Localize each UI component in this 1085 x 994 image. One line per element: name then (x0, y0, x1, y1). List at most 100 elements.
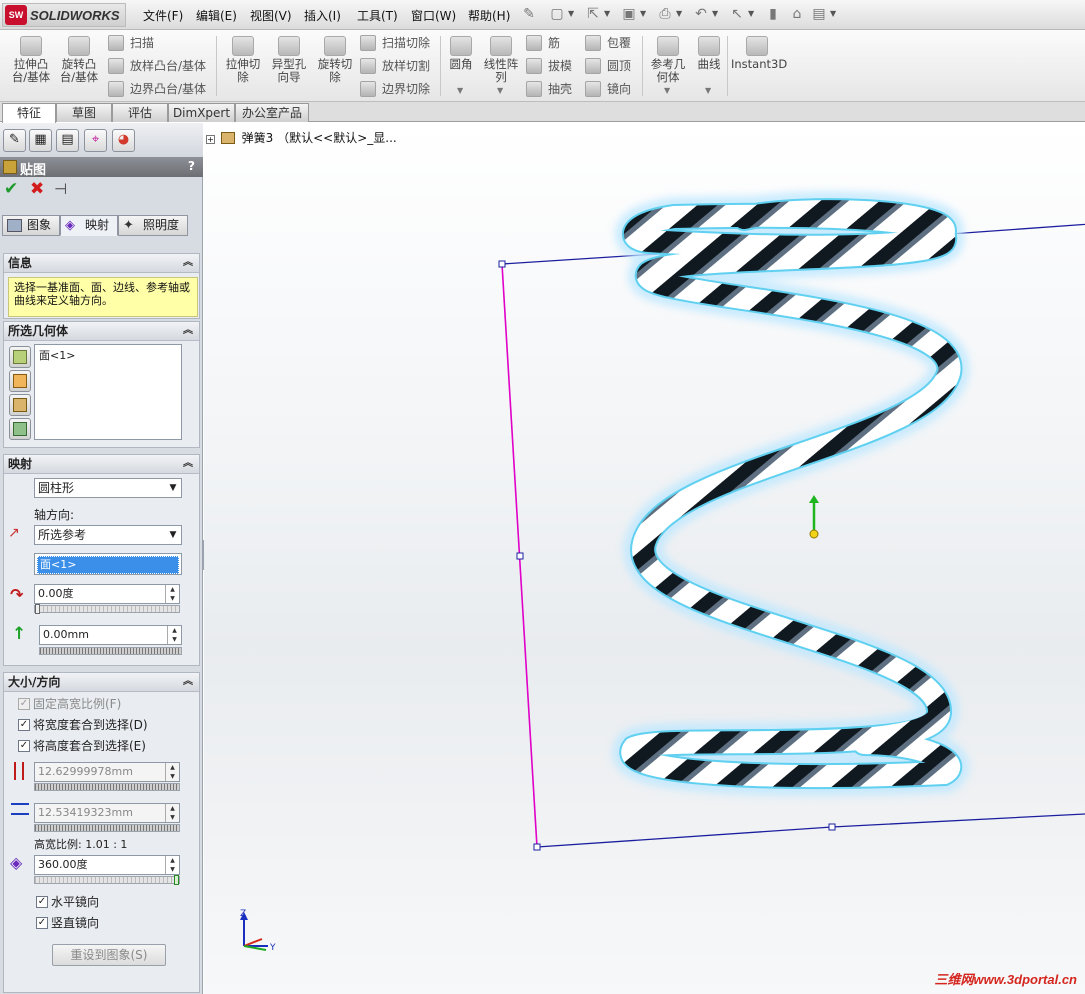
file-properties-icon[interactable]: ⌂ (788, 5, 806, 23)
display-manager-tab-icon[interactable]: ◕ (112, 129, 135, 152)
cancel-icon[interactable]: ✖ (30, 179, 44, 199)
new-document-icon[interactable]: ▢ (548, 5, 566, 23)
axis-reference-field[interactable]: 面<1> (34, 553, 182, 575)
loft-button[interactable]: 放样凸台/基体 (108, 57, 206, 75)
tab-evaluate[interactable]: 评估 (112, 103, 168, 122)
fixed-aspect-checkbox[interactable]: ✓ 固定高宽比例(F) (18, 697, 121, 713)
curves-dropdown-icon[interactable]: ▼ (705, 86, 711, 95)
print-icon[interactable]: ⎙ (656, 5, 674, 23)
rotation-angle-input[interactable]: 360.00度 ▲ ▼ (34, 855, 180, 875)
axis-direction-select[interactable]: 所选参考 ▼ (34, 525, 182, 545)
spin-arrows-icon[interactable]: ▲ ▼ (165, 763, 179, 781)
revolve-boss-button[interactable]: 旋转凸 台/基体 (58, 36, 100, 84)
select-bodies-icon[interactable] (9, 394, 31, 416)
tab-mapping[interactable]: ◈ 映射 (60, 215, 118, 236)
fillet-button[interactable]: 圆角 (446, 36, 476, 71)
select-features-icon[interactable] (9, 370, 31, 392)
menu-help[interactable]: 帮助(H) (468, 7, 510, 24)
rotation-input[interactable]: 0.00度 ▲ ▼ (34, 584, 180, 604)
boundary-boss-button[interactable]: 边界凸台/基体 (108, 80, 206, 98)
ok-icon[interactable]: ✔ (4, 179, 18, 199)
spin-arrows-icon[interactable]: ▲ ▼ (167, 626, 181, 644)
linear-pattern-button[interactable]: 线性阵 列 (480, 36, 522, 84)
offset-input[interactable]: 0.00mm ▲ ▼ (39, 625, 182, 645)
extrude-cut-button[interactable]: 拉伸切 除 (222, 36, 264, 84)
menu-file[interactable]: 文件(F) (143, 7, 183, 24)
fit-width-checkbox[interactable]: ✓ 将宽度套合到选择(D) (18, 718, 148, 734)
height-slider[interactable] (34, 783, 180, 791)
menu-tools[interactable]: 工具(T) (357, 7, 398, 24)
select-part-icon[interactable] (9, 418, 31, 440)
height-input[interactable]: 12.62999978mm ▲ ▼ (34, 762, 180, 782)
undo-dropdown-icon[interactable]: ▼ (712, 9, 718, 18)
revolve-cut-button[interactable]: 旋转切 除 (314, 36, 356, 84)
rotation-angle-slider[interactable] (34, 875, 180, 885)
save-icon[interactable]: ▣ (620, 5, 638, 23)
hole-wizard-button[interactable]: 异型孔 向导 (268, 36, 310, 84)
vertical-mirror-checkbox[interactable]: ✓ 竖直镜向 (36, 916, 99, 932)
boundary-cut-button[interactable]: 边界切除 (360, 80, 430, 98)
instant3d-button[interactable]: Instant3D (731, 36, 787, 71)
help-icon[interactable]: ? (188, 159, 195, 173)
tab-dimxpert[interactable]: DimXpert (168, 103, 235, 122)
curves-button[interactable]: 曲线 (694, 36, 724, 71)
tab-features[interactable]: 特征 (2, 103, 56, 123)
pin-icon[interactable]: ✎ (520, 5, 538, 23)
tab-office-products[interactable]: 办公室产品 (235, 103, 309, 122)
collapse-icon[interactable]: ︽ (183, 673, 193, 691)
rib-button[interactable]: 筋 (526, 34, 560, 52)
feature-manager-tab-icon[interactable]: ✎ (3, 129, 26, 152)
dimxpert-manager-tab-icon[interactable]: ⌖ (84, 129, 107, 152)
sweep-button[interactable]: 扫描 (108, 34, 154, 52)
tab-illumination[interactable]: ✦ 照明度 (118, 215, 188, 236)
selected-geometry-header[interactable]: 所选几何体 ︽ (4, 322, 199, 341)
offset-slider[interactable] (39, 647, 182, 655)
rebuild-icon[interactable]: ▮ (764, 5, 782, 23)
undo-icon[interactable]: ↶ (692, 5, 710, 23)
tab-image[interactable]: 图象 (2, 215, 60, 236)
extrude-boss-button[interactable]: 拉伸凸 台/基体 (10, 36, 52, 84)
options-icon[interactable]: ▤ (810, 5, 828, 23)
info-header[interactable]: 信息 ︽ (4, 254, 199, 273)
horizontal-mirror-checkbox[interactable]: ✓ 水平镜向 (36, 895, 99, 911)
reference-geometry-button[interactable]: 参考几 何体 (647, 36, 689, 84)
slider-thumb[interactable] (35, 604, 40, 614)
mapping-type-select[interactable]: 圆柱形 ▼ (34, 478, 182, 498)
width-slider[interactable] (34, 824, 180, 832)
mirror-button[interactable]: 镜向 (585, 80, 631, 98)
graphics-area[interactable]: + 弹簧3 （默认<<默认>_显... ⊕ ⊛ ↻ ▯ ◩ ◧ ◫ (204, 123, 1085, 994)
reference-dropdown-icon[interactable]: ▼ (664, 86, 670, 95)
collapse-icon[interactable]: ︽ (183, 322, 193, 340)
save-dropdown-icon[interactable]: ▼ (640, 9, 646, 18)
pushpin-icon[interactable]: ⊣ (54, 180, 67, 198)
wrap-button[interactable]: 包覆 (585, 34, 631, 52)
size-orientation-header[interactable]: 大小/方向 ︽ (4, 673, 199, 692)
select-dropdown-icon[interactable]: ▼ (748, 9, 754, 18)
selected-geometry-list[interactable]: 面<1> (34, 344, 182, 440)
collapse-icon[interactable]: ︽ (183, 254, 193, 272)
swept-cut-button[interactable]: 扫描切除 (360, 34, 430, 52)
print-dropdown-icon[interactable]: ▼ (676, 9, 682, 18)
rotation-slider[interactable] (34, 604, 180, 614)
options-dropdown-icon[interactable]: ▼ (830, 9, 836, 18)
menu-view[interactable]: 视图(V) (250, 7, 292, 24)
spin-arrows-icon[interactable]: ▲ ▼ (165, 585, 179, 603)
list-item[interactable]: 面<1> (39, 347, 177, 363)
tab-sketch[interactable]: 草图 (56, 103, 112, 122)
new-dropdown-icon[interactable]: ▼ (568, 9, 574, 18)
shell-button[interactable]: 抽壳 (526, 80, 572, 98)
lofted-cut-button[interactable]: 放样切割 (360, 57, 430, 75)
spin-arrows-icon[interactable]: ▲ ▼ (165, 856, 179, 874)
mapping-header[interactable]: 映射 ︽ (4, 455, 199, 474)
collapse-icon[interactable]: ︽ (183, 455, 193, 473)
open-icon[interactable]: ⇱ (584, 5, 602, 23)
menu-window[interactable]: 窗口(W) (411, 7, 456, 24)
menu-edit[interactable]: 编辑(E) (196, 7, 237, 24)
menu-insert[interactable]: 插入(I) (304, 7, 341, 24)
select-faces-icon[interactable] (9, 346, 31, 368)
slider-thumb[interactable] (174, 875, 179, 885)
draft-button[interactable]: 拔模 (526, 57, 572, 75)
open-dropdown-icon[interactable]: ▼ (604, 9, 610, 18)
fillet-dropdown-icon[interactable]: ▼ (457, 86, 463, 95)
reset-to-image-button[interactable]: 重设到图象(S) (52, 944, 166, 966)
